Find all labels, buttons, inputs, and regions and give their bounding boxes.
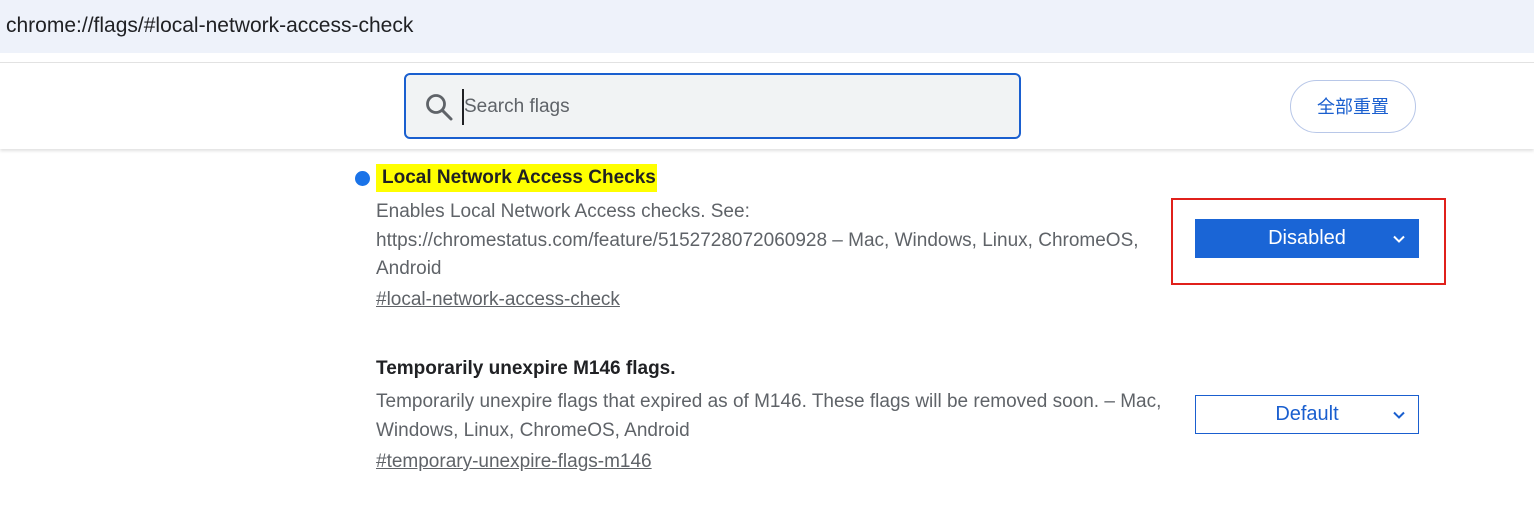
search-input[interactable] <box>462 89 1006 125</box>
search-icon <box>426 94 453 121</box>
flag-title: Temporarily unexpire M146 flags. <box>376 358 676 379</box>
annotation-highlight-box <box>1171 198 1446 285</box>
flag-state-select[interactable]: Default <box>1195 395 1419 434</box>
reset-all-button[interactable]: 全部重置 <box>1290 80 1416 133</box>
url-host: flags <box>93 14 138 37</box>
flag-permalink[interactable]: #local-network-access-check <box>376 289 620 311</box>
flag-permalink[interactable]: #temporary-unexpire-flags-m146 <box>376 451 652 473</box>
flag-description: Enables Local Network Access checks. See… <box>376 201 1139 279</box>
chevron-down-icon <box>1393 411 1405 419</box>
flag-description: Temporarily unexpire flags that expired … <box>376 391 1162 441</box>
flag-state-value: Default <box>1275 403 1339 425</box>
url-path: /#local-network-access-check <box>137 14 414 37</box>
search-box[interactable] <box>404 73 1021 139</box>
modified-indicator-dot <box>355 171 370 186</box>
address-bar-url[interactable]: chrome://flags/#local-network-access-che… <box>6 14 413 38</box>
flag-title: Local Network Access Checks <box>376 164 657 192</box>
address-bar[interactable]: chrome://flags/#local-network-access-che… <box>0 0 1534 53</box>
url-scheme: chrome:// <box>6 14 94 37</box>
